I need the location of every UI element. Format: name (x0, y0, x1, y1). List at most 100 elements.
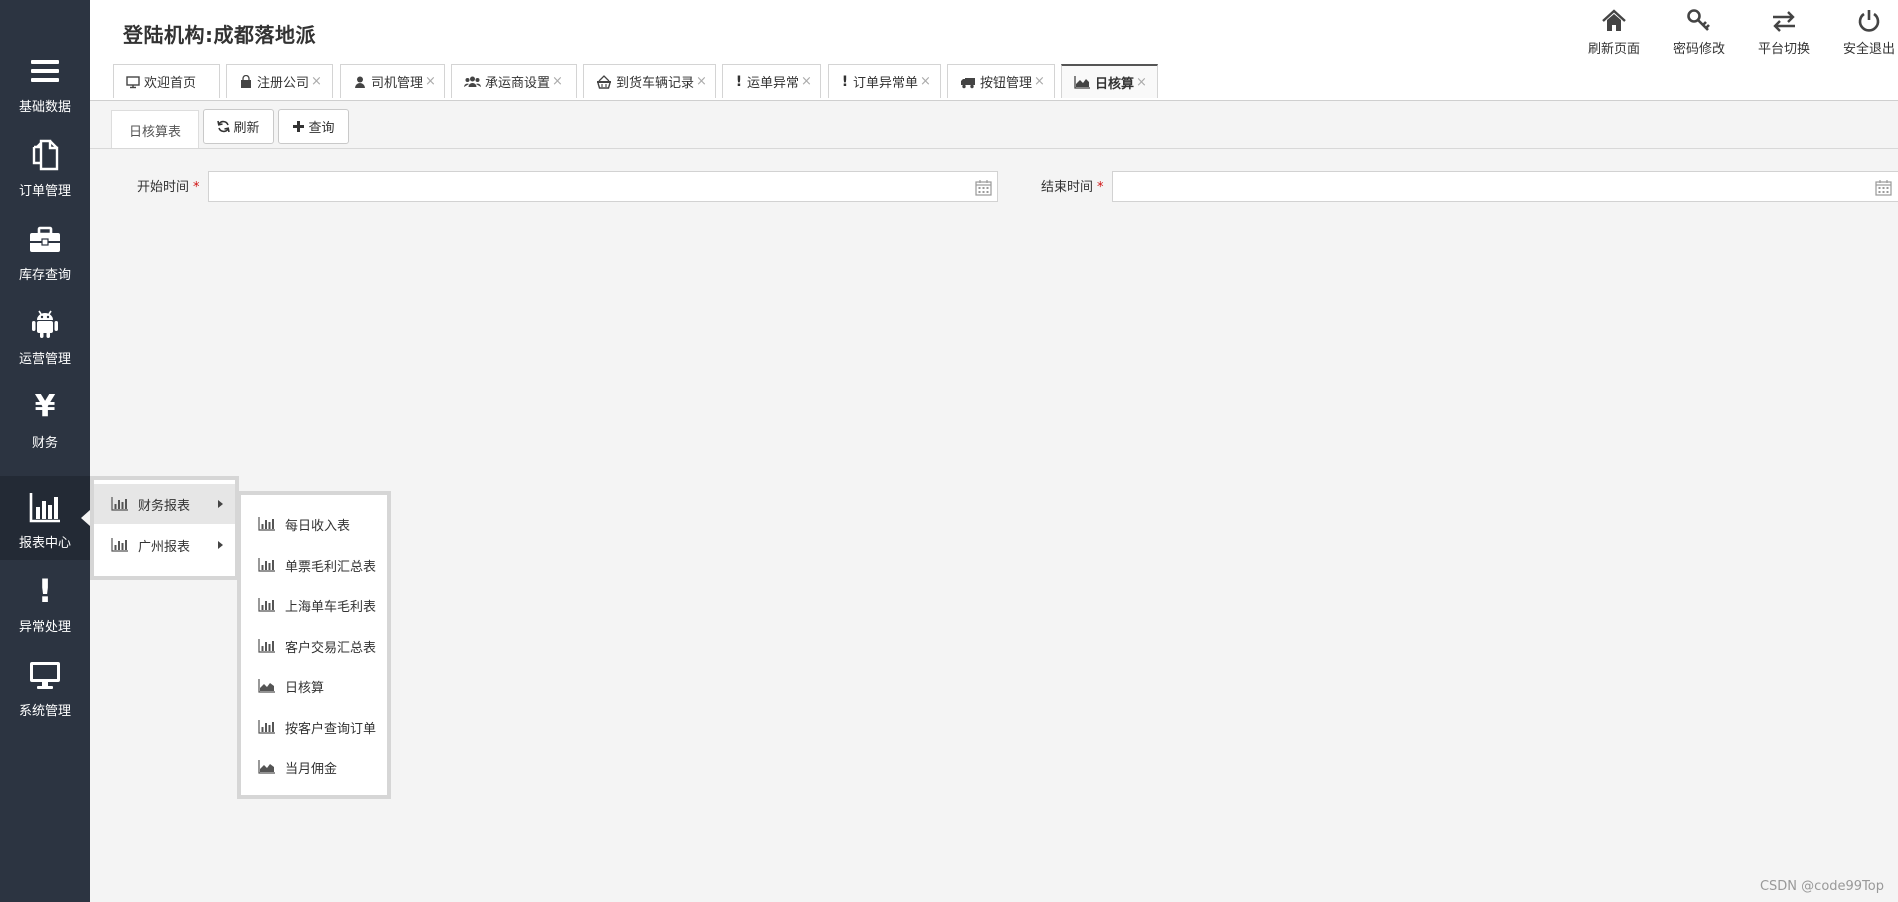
bar-chart-icon (258, 517, 276, 531)
tab-label: 订单异常单 (853, 76, 919, 91)
tab-arrival-vehicle-records[interactable]: 到货车辆记录 × (583, 64, 716, 98)
caret-right-icon (218, 541, 223, 549)
tab-carrier-settings[interactable]: 承运商设置 × (451, 64, 577, 98)
copy-icon (28, 124, 62, 172)
bar-chart-icon (28, 476, 62, 524)
end-time-input[interactable] (1112, 171, 1898, 202)
tab-register-company[interactable]: 注册公司 × (226, 64, 333, 98)
end-time-label-text: 结束时间 (1041, 180, 1094, 195)
tab-welcome[interactable]: 欢迎首页 (113, 64, 220, 98)
tab-label: 运单异常 (747, 76, 800, 91)
home-icon (1601, 8, 1627, 34)
menu-item-monthly-commission[interactable]: 当月佣金 (241, 747, 387, 787)
menu-item-ticket-gross-profit[interactable]: 单票毛利汇总表 (241, 545, 387, 585)
sidebar-item-exception-handling[interactable]: ! 异常处理 (0, 560, 90, 644)
finance-reports-submenu: 每日收入表 单票毛利汇总表 上海单车毛利表 客户交易汇总表 日核算 按客户查询订… (237, 491, 391, 799)
tab-driver-management[interactable]: 司机管理 × (340, 64, 445, 98)
users-icon (464, 75, 481, 89)
start-time-input[interactable] (208, 171, 998, 202)
sidebar-item-system-management[interactable]: 系统管理 (0, 644, 90, 728)
area-chart-icon (258, 679, 276, 693)
yen-icon: ¥ (34, 389, 56, 424)
menu-item-label: 每日收入表 (285, 518, 351, 534)
required-mark: * (193, 180, 200, 195)
menu-item-shanghai-vehicle-profit[interactable]: 上海单车毛利表 (241, 585, 387, 625)
menu-item-label: 单票毛利汇总表 (285, 559, 377, 575)
menu-item-finance-reports[interactable]: 财务报表 (94, 484, 235, 524)
user-icon (353, 75, 367, 89)
tab-daily-accounting[interactable]: 日核算 × (1061, 64, 1158, 98)
menu-item-daily-accounting[interactable]: 日核算 (241, 666, 387, 706)
menu-item-guangzhou-reports[interactable]: 广州报表 (94, 525, 235, 565)
plus-icon (292, 120, 305, 133)
start-time-label-text: 开始时间 (137, 180, 190, 195)
bar-chart-icon (258, 639, 276, 653)
change-password-button[interactable]: 密码修改 (1659, 8, 1739, 57)
bars-icon (28, 40, 62, 88)
sidebar-item-label: 基础数据 (18, 100, 71, 115)
start-time-label: 开始时间 * (137, 176, 200, 195)
tab-label: 按钮管理 (980, 76, 1033, 91)
sidebar-item-order-management[interactable]: 订单管理 (0, 124, 90, 208)
tab-waybill-exception[interactable]: ! 运单异常 × (722, 64, 821, 98)
logout-button[interactable]: 安全退出 (1829, 8, 1898, 57)
end-time-field[interactable] (1113, 172, 1898, 201)
report-center-flyout-menu: 财务报表 广州报表 (90, 476, 239, 580)
tab-close-icon[interactable]: × (696, 74, 707, 89)
subtab-daily-accounting-table[interactable]: 日核算表 (111, 110, 199, 149)
sidebar: 基础数据 订单管理 库存查询 运营管理 ¥ 财务 报表中心 ! 异常处理 系统管… (0, 0, 90, 902)
sidebar-item-label: 订单管理 (18, 184, 71, 199)
menu-item-query-orders-by-customer[interactable]: 按客户查询订单 (241, 707, 387, 747)
required-mark: * (1097, 180, 1104, 195)
exclamation-icon: ! (841, 73, 849, 90)
power-icon (1856, 8, 1882, 34)
monitor-icon (126, 75, 140, 89)
android-icon (28, 292, 62, 340)
sidebar-item-basic-data[interactable]: 基础数据 (0, 40, 90, 124)
active-pointer (81, 510, 90, 526)
sidebar-item-label: 运营管理 (18, 352, 71, 367)
menu-item-label: 上海单车毛利表 (285, 599, 377, 615)
refresh-button[interactable]: 刷新 (203, 109, 274, 144)
tab-label: 承运商设置 (485, 76, 551, 91)
bar-chart-icon (258, 558, 276, 572)
calendar-icon[interactable] (975, 179, 992, 196)
tab-close-icon[interactable]: × (425, 74, 436, 89)
sidebar-item-label: 报表中心 (18, 536, 71, 551)
switch-platform-button[interactable]: 平台切换 (1744, 8, 1824, 57)
tab-bar: 欢迎首页 注册公司 × 司机管理 × 承运商设置 × 到货车辆记录 × ! 运单… (90, 64, 1898, 101)
sidebar-item-finance[interactable]: ¥ 财务 (0, 376, 90, 460)
subtab-divider (90, 148, 1898, 149)
sidebar-item-report-center[interactable]: 报表中心 (0, 476, 90, 560)
start-time-field[interactable] (209, 172, 997, 201)
header-button-label: 安全退出 (1842, 42, 1895, 57)
menu-item-customer-transactions[interactable]: 客户交易汇总表 (241, 626, 387, 666)
sidebar-item-label: 系统管理 (18, 704, 71, 719)
header-button-label: 刷新页面 (1587, 42, 1640, 57)
truck-icon (960, 75, 976, 89)
tab-button-management[interactable]: 按钮管理 × (947, 64, 1055, 98)
sidebar-item-operations[interactable]: 运营管理 (0, 292, 90, 376)
tab-close-icon[interactable]: × (552, 74, 563, 89)
tab-label: 司机管理 (371, 76, 424, 91)
desktop-icon (28, 644, 62, 692)
menu-item-label: 财务报表 (138, 498, 191, 514)
tab-close-icon[interactable]: × (801, 74, 812, 89)
query-button[interactable]: 查询 (278, 109, 349, 144)
tab-close-icon[interactable]: × (1034, 74, 1045, 89)
exclamation-icon: ! (735, 73, 743, 90)
tab-close-icon[interactable]: × (1136, 75, 1147, 90)
sidebar-item-inventory-query[interactable]: 库存查询 (0, 208, 90, 292)
area-chart-icon (258, 760, 276, 774)
tab-close-icon[interactable]: × (920, 74, 931, 89)
calendar-icon[interactable] (1875, 179, 1892, 196)
tab-order-exception[interactable]: ! 订单异常单 × (828, 64, 941, 98)
refresh-page-button[interactable]: 刷新页面 (1574, 8, 1654, 57)
tab-close-icon[interactable]: × (311, 74, 322, 89)
tab-label: 到货车辆记录 (616, 76, 695, 91)
menu-item-daily-income[interactable]: 每日收入表 (241, 504, 387, 544)
basket-icon (596, 74, 612, 89)
menu-item-label: 日核算 (285, 680, 325, 696)
header-button-label: 平台切换 (1757, 42, 1810, 57)
shopping-bag-icon (239, 74, 253, 89)
